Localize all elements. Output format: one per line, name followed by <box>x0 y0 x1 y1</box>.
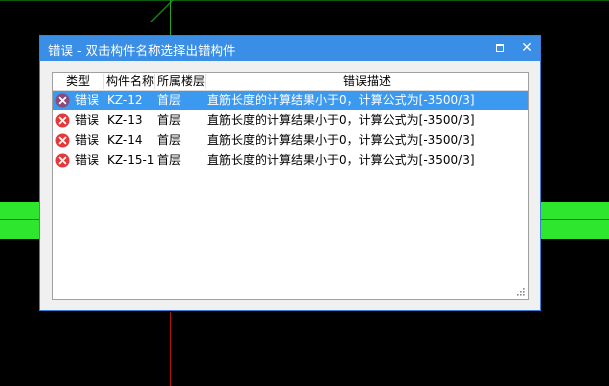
dialog-titlebar[interactable]: 错误 - 双击构件名称选择出错构件 ✕ <box>40 36 540 61</box>
row-floor: 首层 <box>157 153 182 167</box>
error-list[interactable]: 类型 构件名称 所属楼层 错误描述 错误 KZ-12 首层 直筋长度的计算结果小… <box>52 72 529 300</box>
row-floor: 首层 <box>157 133 182 147</box>
maximize-button[interactable] <box>491 39 509 57</box>
row-type: 错误 <box>75 133 100 147</box>
row-component-name[interactable]: KZ-14 <box>107 133 142 148</box>
row-component-name[interactable]: KZ-13 <box>107 113 142 128</box>
row-description: 直筋长度的计算结果小于0，计算公式为[-3500/3] <box>207 153 475 167</box>
close-icon: ✕ <box>521 40 533 56</box>
maximize-icon <box>496 43 504 52</box>
column-header-floor[interactable]: 所属楼层 <box>155 74 206 89</box>
resize-grip-icon[interactable] <box>515 286 525 296</box>
list-row[interactable]: 错误 KZ-13 首层 直筋长度的计算结果小于0，计算公式为[-3500/3] <box>53 111 528 130</box>
error-dialog: 错误 - 双击构件名称选择出错构件 ✕ 类型 构件名称 所属楼层 错误描述 错误… <box>39 35 541 311</box>
row-type: 错误 <box>75 93 100 107</box>
row-component-name[interactable]: KZ-12 <box>107 93 142 108</box>
row-description: 直筋长度的计算结果小于0，计算公式为[-3500/3] <box>207 113 475 127</box>
row-floor: 首层 <box>157 113 182 127</box>
row-floor: 首层 <box>157 93 182 107</box>
error-icon <box>55 93 70 108</box>
list-row[interactable]: 错误 KZ-14 首层 直筋长度的计算结果小于0，计算公式为[-3500/3] <box>53 131 528 150</box>
column-header-description[interactable]: 错误描述 <box>206 74 528 89</box>
canvas-axis-line <box>0 0 609 1</box>
list-header: 类型 构件名称 所属楼层 错误描述 <box>53 73 528 91</box>
list-row[interactable]: 错误 KZ-15-1 首层 直筋长度的计算结果小于0，计算公式为[-3500/3… <box>53 151 528 170</box>
canvas-vertical-line <box>170 0 171 36</box>
column-header-type[interactable]: 类型 <box>53 74 104 89</box>
list-row[interactable]: 错误 KZ-12 首层 直筋长度的计算结果小于0，计算公式为[-3500/3] <box>53 91 528 110</box>
column-header-name[interactable]: 构件名称 <box>104 74 155 89</box>
error-icon <box>55 113 70 128</box>
error-icon <box>55 153 70 168</box>
canvas-red-vertical-line <box>170 312 171 386</box>
row-description: 直筋长度的计算结果小于0，计算公式为[-3500/3] <box>207 93 475 107</box>
row-type: 错误 <box>75 113 100 127</box>
row-component-name[interactable]: KZ-15-1 <box>107 153 154 168</box>
row-type: 错误 <box>75 153 100 167</box>
dialog-title: 错误 - 双击构件名称选择出错构件 <box>48 43 236 58</box>
row-description: 直筋长度的计算结果小于0，计算公式为[-3500/3] <box>207 133 475 147</box>
error-icon <box>55 133 70 148</box>
close-button[interactable]: ✕ <box>518 39 536 57</box>
